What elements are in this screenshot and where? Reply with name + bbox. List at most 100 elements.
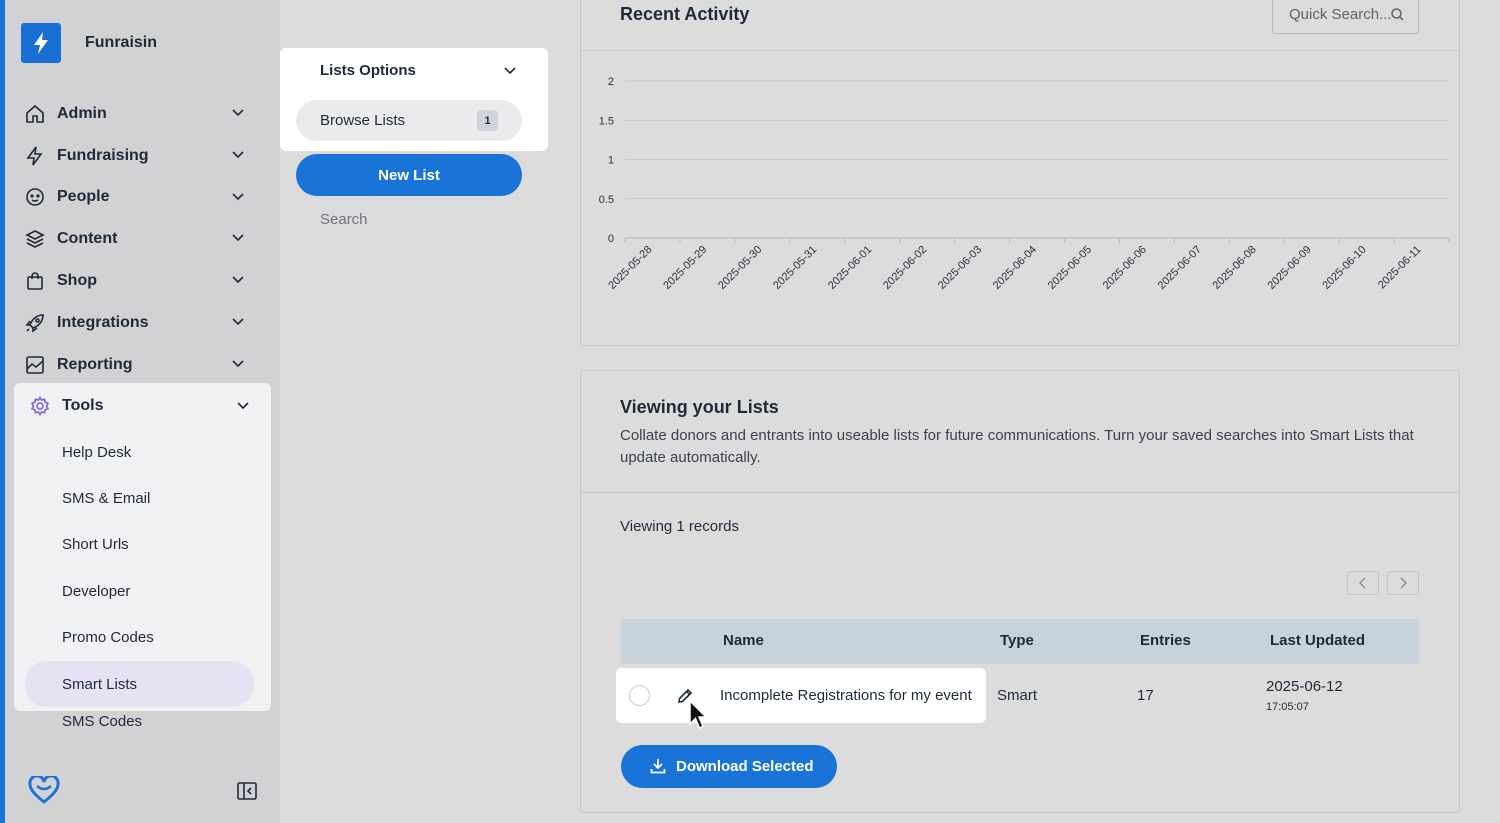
quick-search-placeholder: Quick Search... <box>1289 6 1392 23</box>
x-tick-label: 2025-06-05 <box>1046 244 1094 292</box>
chevron-down-icon[interactable] <box>237 402 249 410</box>
chevron-down-icon[interactable] <box>232 109 244 117</box>
sidebar-subitem-sms-codes[interactable]: SMS Codes <box>62 713 142 730</box>
browse-lists-button[interactable]: Browse Lists 1 <box>296 100 522 141</box>
collapse-sidebar-icon[interactable] <box>237 782 257 800</box>
list-type-cell: Smart <box>997 687 1038 704</box>
sidebar-item-content[interactable]: Content <box>9 218 266 260</box>
lists-options-title[interactable]: Lists Options <box>320 62 416 79</box>
sidebar-subitem-smart-lists[interactable]: Smart Lists <box>25 660 254 708</box>
list-name-cell[interactable]: Incomplete Registrations for my event <box>720 687 972 704</box>
download-selected-label: Download Selected <box>676 758 814 775</box>
sidebar-item-tools[interactable]: Tools <box>14 383 271 429</box>
column-header-last-updated[interactable]: Last Updated <box>1270 632 1365 649</box>
mouse-cursor-icon <box>689 700 708 729</box>
shopping-bag-icon <box>25 271 45 291</box>
chevron-down-icon[interactable] <box>232 193 244 201</box>
x-tick-label: 2025-06-09 <box>1266 244 1314 292</box>
heart-logo-icon[interactable] <box>28 776 60 804</box>
brand-logo-icon[interactable] <box>21 23 61 63</box>
divider <box>581 50 1459 51</box>
sidebar-item-label: Reporting <box>57 355 133 373</box>
layers-icon <box>25 229 45 249</box>
x-tick-label: 2025-05-29 <box>661 244 709 292</box>
sidebar-subitem-sms-email[interactable]: SMS & Email <box>14 475 271 521</box>
activity-chart: 00.511.522025-05-28 2025-05-29 2025-05-30 2… <box>599 76 1450 292</box>
x-tick-label: 2025-05-31 <box>771 244 819 292</box>
x-tick-label: 2025-06-07 <box>1156 244 1204 292</box>
sidebar-item-label: Admin <box>57 104 107 122</box>
list-updated-time: 17:05:07 <box>1266 701 1309 713</box>
sidebar-item-label: Integrations <box>57 313 149 331</box>
y-tick-label: 1.5 <box>599 115 614 127</box>
sidebar-item-label: People <box>57 188 110 206</box>
sidebar-item-label: Tools <box>62 397 104 414</box>
face-icon <box>25 187 45 207</box>
chevron-down-icon[interactable] <box>232 318 244 326</box>
sidebar-item-label: Shop <box>57 272 97 290</box>
x-tick-label: 2025-06-02 <box>881 244 929 292</box>
new-list-button[interactable]: New List <box>296 154 522 196</box>
prev-page-button[interactable] <box>1347 571 1379 595</box>
download-icon <box>650 759 666 774</box>
quick-search-input[interactable]: Quick Search... <box>1272 0 1419 34</box>
sidebar-item-label: Fundraising <box>57 146 149 164</box>
viewing-lists-title: Viewing your Lists <box>620 397 779 417</box>
viewing-lists-description: Collate donors and entrants into useable… <box>620 427 1414 466</box>
search-link[interactable]: Search <box>320 211 368 228</box>
table-header: Name Type Entries Last Updated <box>621 619 1419 664</box>
y-tick-label: 2 <box>608 76 614 88</box>
x-tick-label: 2025-06-10 <box>1320 244 1368 292</box>
records-count: Viewing 1 records <box>620 518 739 535</box>
x-tick-label: 2025-06-01 <box>826 244 874 292</box>
sidebar-item-admin[interactable]: Admin <box>9 93 266 135</box>
home-icon <box>25 104 45 124</box>
sidebar-item-fundraising[interactable]: Fundraising <box>9 135 266 177</box>
divider <box>581 492 1459 493</box>
rocket-icon <box>25 313 45 333</box>
lightning-icon <box>25 146 45 166</box>
y-tick-label: 0 <box>608 233 614 245</box>
y-tick-label: 0.5 <box>599 194 614 206</box>
x-tick-label: 2025-05-28 <box>606 244 654 292</box>
chevron-left-icon <box>1359 577 1366 589</box>
recent-activity-title: Recent Activity <box>620 4 750 24</box>
chevron-down-icon[interactable] <box>232 151 244 159</box>
next-page-button[interactable] <box>1387 571 1419 595</box>
chevron-down-icon[interactable] <box>232 360 244 368</box>
count-badge: 1 <box>477 110 498 131</box>
download-selected-button[interactable]: Download Selected <box>621 745 837 788</box>
brand[interactable]: Funraisin <box>21 23 157 63</box>
sidebar-tools-panel: Tools Help Desk SMS & Email Short Urls D… <box>14 383 271 711</box>
column-header-name[interactable]: Name <box>723 632 764 649</box>
sidebar-item-integrations[interactable]: Integrations <box>9 302 266 344</box>
chart-icon <box>25 355 45 375</box>
list-entries-cell: 17 <box>1137 687 1154 704</box>
lists-options-card: Lists Options Browse Lists 1 <box>280 48 548 151</box>
sidebar-item-people[interactable]: People <box>9 177 266 219</box>
x-tick-label: 2025-06-03 <box>936 244 984 292</box>
gear-icon <box>30 396 50 416</box>
sidebar-subitem-short-urls[interactable]: Short Urls <box>14 522 271 568</box>
sidebar-item-reporting[interactable]: Reporting <box>9 344 266 386</box>
x-tick-label: 2025-06-04 <box>991 244 1039 292</box>
browse-lists-label: Browse Lists <box>320 112 406 129</box>
x-tick-label: 2025-06-08 <box>1211 244 1259 292</box>
sidebar-item-label: Content <box>57 230 118 248</box>
x-tick-label: 2025-06-11 <box>1376 244 1424 292</box>
brand-name: Funraisin <box>85 34 158 51</box>
sidebar-nav: Admin Fundraising People Content Shop In <box>9 93 266 386</box>
row-select-radio[interactable] <box>629 685 650 706</box>
sidebar-subitem-promo-codes[interactable]: Promo Codes <box>14 615 271 661</box>
chevron-down-icon[interactable] <box>232 234 244 242</box>
sidebar-subitem-help-desk[interactable]: Help Desk <box>14 429 271 475</box>
x-tick-label: 2025-05-30 <box>716 244 764 292</box>
column-header-entries[interactable]: Entries <box>1140 632 1191 649</box>
search-icon <box>1391 8 1404 21</box>
sidebar-subitem-developer[interactable]: Developer <box>14 568 271 614</box>
chevron-down-icon[interactable] <box>504 67 516 75</box>
sidebar-item-shop[interactable]: Shop <box>9 260 266 302</box>
column-header-type[interactable]: Type <box>1000 632 1034 649</box>
list-updated-date: 2025-06-12 <box>1266 678 1343 695</box>
chevron-down-icon[interactable] <box>232 276 244 284</box>
